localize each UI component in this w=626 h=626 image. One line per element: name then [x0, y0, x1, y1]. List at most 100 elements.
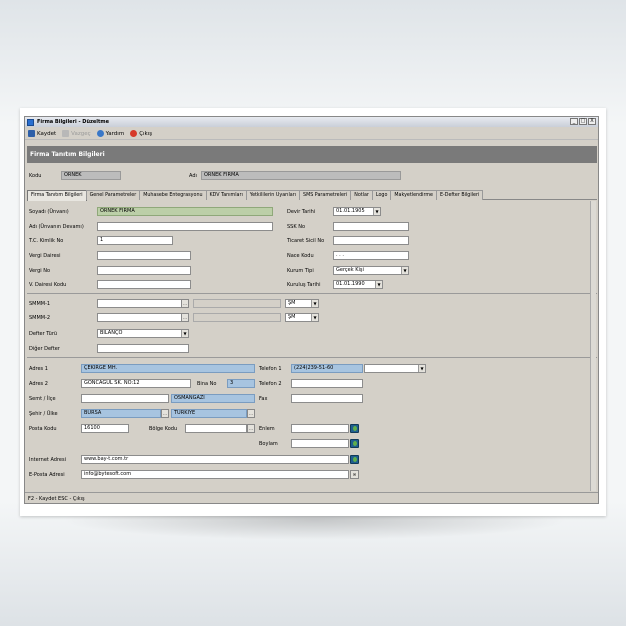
eposta-field[interactable]: info@bytesoft.com [81, 470, 349, 479]
tab-genel[interactable]: Genel Parametreler [85, 190, 141, 200]
kurulus-label: Kuruluş Tarihi [287, 282, 321, 288]
tel1-field[interactable]: (224)239-51-60 [291, 364, 363, 373]
vdk-label: V. Dairesi Kodu [29, 282, 67, 288]
close-button[interactable]: X [588, 118, 596, 125]
fax-field[interactable] [291, 394, 363, 403]
tab-firma[interactable]: Firma Tanıtım Bilgileri [27, 190, 87, 201]
kurulus-date[interactable]: 01.01.1990 ▼ [333, 280, 383, 289]
chevron-down-icon: ▼ [418, 365, 425, 372]
minimize-button[interactable]: _ [570, 118, 578, 125]
tc-label: T.C. Kimlik No [29, 238, 64, 244]
adres2-field[interactable]: GONCAGÜL SK. NO:12 [81, 379, 191, 388]
soyadi-label: Soyadı (Ünvanı) [29, 209, 69, 215]
tel1-type-select[interactable]: ▼ [364, 364, 426, 373]
globe-icon[interactable] [350, 455, 359, 464]
sicil-field[interactable] [333, 236, 409, 245]
lookup-icon[interactable]: … [181, 299, 189, 308]
soyadi-field[interactable]: ÖRNEK FİRMA [97, 207, 273, 216]
kurum-select[interactable]: Gerçek Kişi ▼ [333, 266, 409, 275]
mail-icon[interactable]: ✉ [350, 470, 359, 479]
bina-label: Bina No [197, 381, 217, 387]
bina-field[interactable]: 3 [227, 379, 255, 388]
tab-kdv[interactable]: KDV Tanımları [205, 190, 247, 200]
posta-field[interactable]: 16100 [81, 424, 129, 433]
adres2-label: Adres 2 [29, 381, 48, 387]
semt-field[interactable] [81, 394, 169, 403]
adi-label: Adı (Ünvanın Devamı) [29, 224, 84, 230]
tel1-label: Telefon 1 [259, 366, 282, 372]
nace-label: Nace Kodu [287, 253, 314, 259]
title-bar: Firma Bilgileri - Düzeltme _ □ X [25, 117, 598, 127]
maximize-button[interactable]: □ [579, 118, 587, 125]
adi-field[interactable] [97, 222, 273, 231]
lookup-icon[interactable]: … [161, 409, 169, 418]
sehir-label: Şehir / Ülke [29, 411, 58, 417]
chevron-down-icon: ▼ [311, 314, 318, 321]
chevron-down-icon: ▼ [311, 300, 318, 307]
defter-label: Defter Türü [29, 331, 58, 337]
exit-button[interactable]: Çıkış [130, 130, 152, 137]
vd-field[interactable] [97, 251, 191, 260]
globe-icon[interactable] [350, 439, 359, 448]
section-header: Firma Tanıtım Bilgileri [27, 146, 597, 163]
enlem-field[interactable] [291, 424, 349, 433]
tab-yetkili[interactable]: Yetkililerin Uyarıları [245, 190, 301, 200]
sicil-label: Ticaret Sicil No [287, 238, 325, 244]
kurum-label: Kurum Tipi [287, 268, 314, 274]
smmm2-select[interactable]: ŞM ▼ [285, 313, 319, 322]
scrollbar[interactable] [590, 201, 596, 491]
divider [27, 357, 597, 358]
tab-logo[interactable]: Logo [371, 190, 392, 200]
globe-icon[interactable] [350, 424, 359, 433]
smmm1-select[interactable]: ŞM ▼ [285, 299, 319, 308]
status-bar: F2 - Kaydet ESC - Çıkış [25, 492, 598, 503]
bolge-label: Bölge Kodu [149, 426, 178, 432]
vno-field[interactable] [97, 266, 191, 275]
vdk-field[interactable] [97, 280, 191, 289]
tel2-field[interactable] [291, 379, 363, 388]
adres1-field[interactable]: ÇEKİRGE MH. [81, 364, 255, 373]
lookup-icon[interactable]: … [181, 313, 189, 322]
window-title: Firma Bilgileri - Düzeltme [37, 119, 110, 125]
undo-button[interactable]: Vazgeç [62, 130, 91, 137]
help-button[interactable]: Yardım [96, 130, 124, 137]
undo-icon [62, 130, 70, 137]
tab-makyet[interactable]: Makyetlendirme [390, 190, 437, 200]
exit-icon [130, 130, 138, 137]
tab-muhasebe[interactable]: Muhasebe Entegrasyonu [139, 190, 207, 200]
smmm2-field[interactable] [97, 313, 189, 322]
save-button[interactable]: Kaydet [28, 130, 56, 137]
name-field[interactable]: ÖRNEK FİRMA [201, 171, 401, 180]
tab-sms[interactable]: SMS Parametreleri [299, 190, 352, 200]
app-window: Firma Bilgileri - Düzeltme _ □ X Kaydet … [24, 116, 599, 504]
sehir-field[interactable]: BURSA [81, 409, 161, 418]
defter-select[interactable]: BİLANÇO ▼ [97, 329, 189, 338]
lookup-icon[interactable]: … [247, 424, 255, 433]
boylam-label: Boylam [259, 441, 278, 447]
code-label: Kodu [29, 173, 42, 179]
fax-label: Fax [259, 396, 268, 402]
vno-label: Vergi No [29, 268, 51, 274]
internet-field[interactable]: www.bay-t.com.tr [81, 455, 349, 464]
lookup-icon[interactable]: … [247, 409, 255, 418]
nace-field[interactable]: . . . [333, 251, 409, 260]
app-icon [27, 118, 34, 126]
tc-field[interactable]: 1 [97, 236, 173, 245]
divider [27, 293, 597, 294]
tab-notlar[interactable]: Notlar [350, 190, 373, 200]
ssk-field[interactable] [333, 222, 409, 231]
smmm1-field[interactable] [97, 299, 189, 308]
name-label: Adı [189, 173, 197, 179]
diger-field[interactable] [97, 344, 189, 353]
bolge-field[interactable] [185, 424, 247, 433]
ulke-field[interactable]: TÜRKİYE [171, 409, 247, 418]
tel2-label: Telefon 2 [259, 381, 282, 387]
toolbar: Kaydet Vazgeç Yardım Çıkış [25, 128, 598, 140]
code-field[interactable]: ORNEK [61, 171, 121, 180]
internet-label: Internet Adresi [29, 457, 66, 463]
tab-edefter[interactable]: E-Defter Bilgileri [435, 190, 484, 200]
devir-date[interactable]: 01.01.1905 ▼ [333, 207, 381, 216]
boylam-field[interactable] [291, 439, 349, 448]
ilce-field[interactable]: OSMANGAZİ [171, 394, 255, 403]
vd-label: Vergi Dairesi [29, 253, 61, 259]
